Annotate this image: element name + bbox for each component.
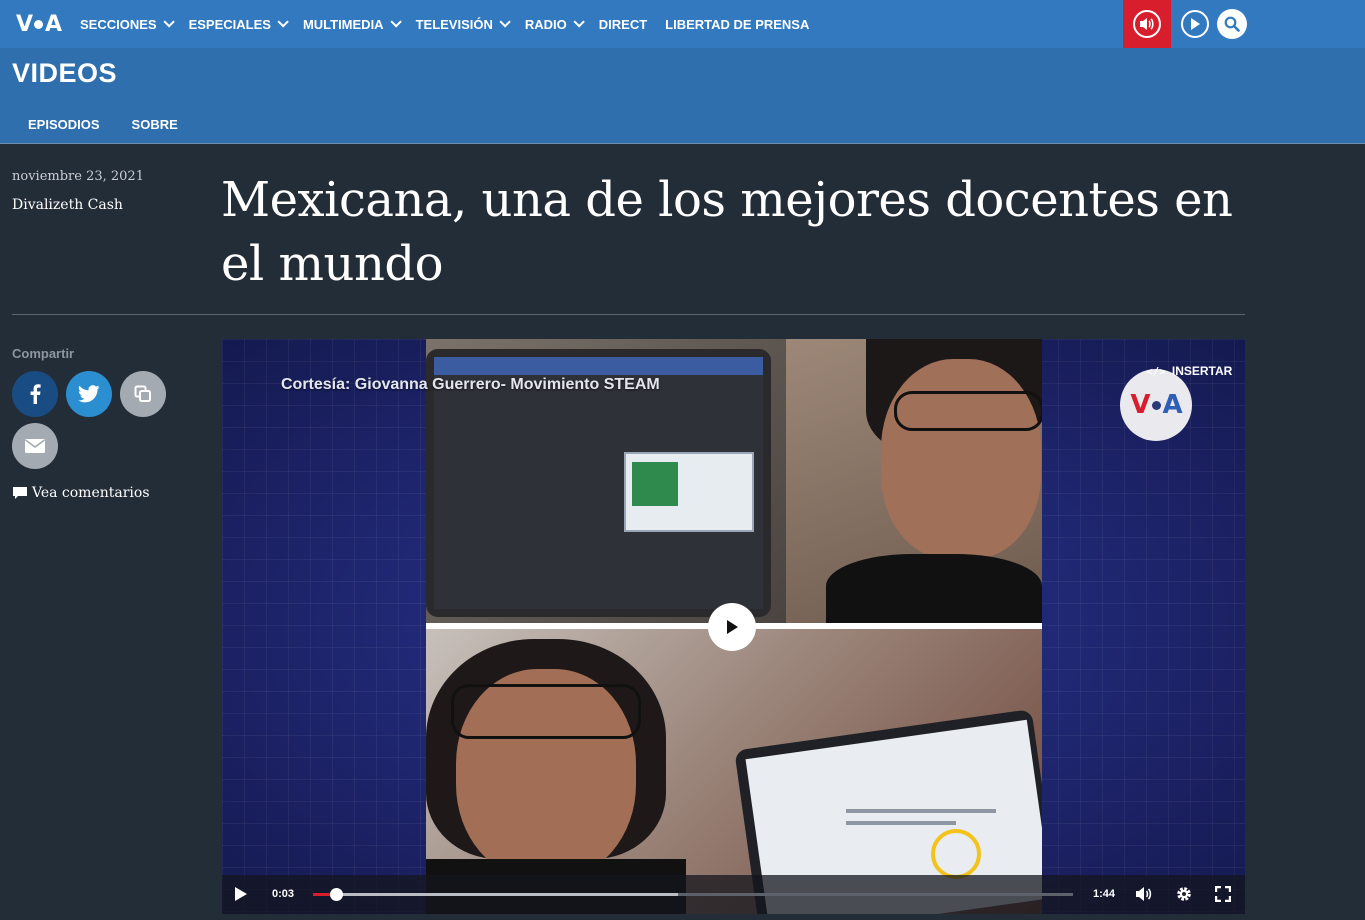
publish-date: noviembre 23, 2021 (12, 169, 144, 184)
voa-watermark-logo: VA (1120, 369, 1192, 441)
subnav-item-episodios[interactable]: EPISODIOS (28, 117, 100, 132)
volume-button[interactable] (1135, 886, 1153, 907)
facebook-icon (30, 384, 41, 404)
progress-track[interactable] (313, 888, 1073, 901)
divider (12, 314, 1245, 315)
teacher-image-top (786, 339, 1042, 625)
share-twitter-button[interactable] (66, 371, 112, 417)
subnav-item-sobre[interactable]: SOBRE (132, 117, 178, 132)
section-subnav: EPISODIOS SOBRE (28, 117, 210, 132)
video-frame-bottom (426, 629, 1042, 914)
chevron-down-icon (499, 16, 511, 28)
live-audio-button[interactable] (1123, 0, 1171, 48)
volume-icon (1136, 887, 1152, 901)
settings-button[interactable] (1175, 885, 1193, 908)
search-button[interactable] (1217, 9, 1247, 39)
fullscreen-icon (1214, 885, 1232, 903)
section-title[interactable]: VIDEOS (12, 58, 117, 89)
progress-handle[interactable] (329, 888, 343, 901)
comments-label: Vea comentarios (32, 485, 150, 501)
buffered-bar (313, 893, 678, 896)
current-time: 0:03 (272, 888, 295, 900)
play-circle-icon (1181, 10, 1209, 38)
share-facebook-button[interactable] (12, 371, 58, 417)
play-icon (235, 887, 247, 901)
top-navbar: VA SECCIONES ESPECIALES MULTIMEDIA TELEV… (0, 0, 1365, 48)
embed-label: INSERTAR (1171, 364, 1233, 378)
nav-item-television[interactable]: TELEVISIÓN (416, 16, 511, 32)
embed-code-icon: </> (1146, 364, 1166, 378)
fullscreen-button[interactable] (1214, 885, 1232, 907)
nav-item-multimedia[interactable]: MULTIMEDIA (303, 16, 402, 32)
badge-icon (931, 829, 981, 879)
embed-button[interactable]: </> INSERTAR (1146, 364, 1232, 378)
author-link[interactable]: Divalizeth Cash (12, 197, 123, 213)
voa-logo[interactable]: VA (16, 12, 62, 37)
chevron-down-icon (163, 16, 175, 28)
gear-icon (1177, 887, 1191, 901)
play-icon (727, 620, 738, 634)
email-icon (25, 439, 45, 453)
article-title: Mexicana, una de los mejores docentes en… (221, 172, 1233, 292)
copy-link-button[interactable] (120, 371, 166, 417)
duration: 1:44 (1093, 888, 1116, 900)
share-label: Compartir (12, 346, 75, 361)
copy-link-icon (134, 385, 151, 402)
main-nav: SECCIONES ESPECIALES MULTIMEDIA TELEVISI… (80, 0, 827, 48)
play-button[interactable] (234, 886, 248, 907)
twitter-icon (78, 385, 100, 403)
search-icon (1224, 16, 1240, 32)
section-header: VIDEOS EPISODIOS SOBRE (0, 48, 1365, 144)
big-play-button[interactable] (708, 603, 756, 651)
video-caption: Cortesía: Giovanna Guerrero- Movimiento … (281, 376, 660, 393)
nav-item-especiales[interactable]: ESPECIALES (189, 16, 289, 32)
chevron-down-icon (390, 16, 402, 28)
chevron-down-icon (573, 16, 585, 28)
live-audio-icon (1133, 10, 1161, 38)
video-controls: 0:03 1:44 (222, 875, 1245, 914)
comment-icon (13, 487, 27, 499)
video-player[interactable]: Cortesía: Giovanna Guerrero- Movimiento … (222, 339, 1245, 914)
chevron-down-icon (277, 16, 289, 28)
live-video-button[interactable] (1179, 8, 1211, 40)
view-comments-link[interactable]: Vea comentarios (12, 485, 150, 501)
share-email-button[interactable] (12, 423, 58, 469)
nav-item-radio[interactable]: RADIO (525, 16, 585, 32)
nav-item-secciones[interactable]: SECCIONES (80, 16, 175, 32)
nav-item-direct[interactable]: DIRECT (599, 17, 647, 32)
nav-item-libertad-de-prensa[interactable]: LIBERTAD DE PRENSA (665, 17, 809, 32)
